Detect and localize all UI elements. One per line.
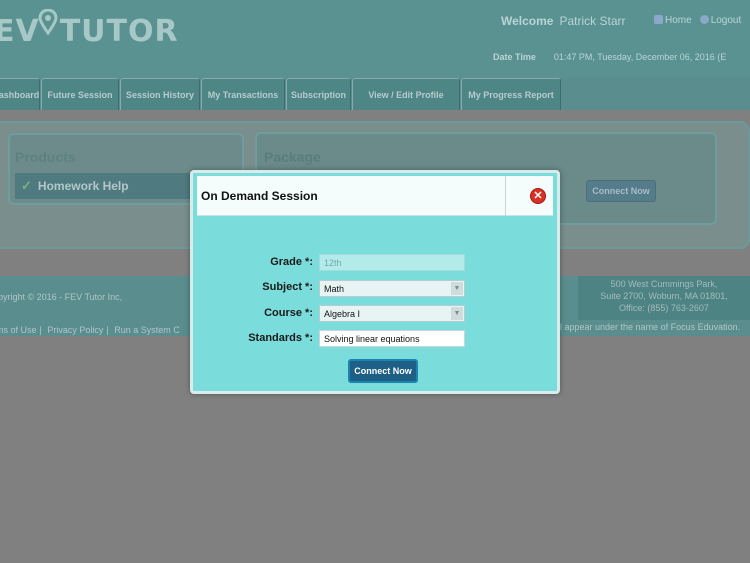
tab-dashboard[interactable]: ashboard	[0, 78, 40, 110]
package-title: Package	[264, 149, 321, 165]
logo-text-right: TUTOR	[59, 14, 179, 49]
grade-field: 12th	[319, 254, 465, 271]
products-title: Products	[15, 149, 76, 165]
dialog-title: On Demand Session	[201, 189, 318, 203]
address-line-3: Office: (855) 763-2607	[619, 303, 709, 313]
nav-bar: ashboard Future Session Session History …	[0, 78, 750, 110]
welcome-greeting: Welcome Patrick Starr	[501, 14, 625, 28]
copyright-text: pyright © 2016 - FEV Tutor Inc,	[0, 292, 123, 302]
header-divider	[505, 176, 506, 216]
home-icon	[654, 15, 663, 24]
logout-link[interactable]: Logout	[699, 15, 741, 26]
standards-value: Solving linear equations	[324, 333, 420, 344]
address-line-2: Suite 2700, Woburn, MA 01801,	[600, 291, 728, 301]
standards-label: Standards *:	[248, 332, 313, 344]
course-value: Algebra I	[324, 308, 361, 319]
standards-field[interactable]: Solving linear equations	[319, 330, 465, 347]
date-time: Date Time 01:47 PM, Tuesday, December 06,…	[493, 52, 726, 62]
terms-link[interactable]: ms of Use	[0, 325, 37, 335]
logo-pin-icon	[38, 9, 58, 35]
home-link[interactable]: Home	[654, 15, 692, 26]
grade-value: 12th	[324, 257, 342, 268]
tab-view-edit-profile[interactable]: View / Edit Profile	[352, 78, 460, 110]
close-icon[interactable]: ✕	[530, 188, 546, 204]
dialog-header: On Demand Session ✕	[197, 176, 553, 216]
address-line-1: 500 West Cummings Park,	[610, 279, 718, 289]
connect-now-button[interactable]: Connect Now	[348, 359, 418, 383]
footer-links: ms of Use | Privacy Policy | Run a System …	[0, 325, 180, 335]
course-label: Course *:	[264, 307, 313, 319]
privacy-policy-link[interactable]: Privacy Policy	[47, 325, 103, 335]
chevron-down-icon: ▼	[451, 282, 463, 295]
welcome-label: Welcome	[501, 14, 554, 28]
fev-tutor-logo: EV TUTOR	[0, 14, 179, 49]
system-check-link[interactable]: Run a System C	[114, 325, 180, 335]
subject-select[interactable]: Math ▼	[319, 280, 465, 297]
date-time-value: 01:47 PM, Tuesday, December 06, 2016 (E	[553, 52, 727, 62]
homework-help-label: Homework Help	[37, 179, 129, 193]
tab-my-progress-report[interactable]: My Progress Report	[461, 78, 561, 110]
company-address: 500 West Cummings Park, Suite 2700, Wobu…	[578, 276, 750, 320]
tab-future-session[interactable]: Future Session	[41, 78, 119, 110]
top-links: Home Logout	[654, 15, 741, 26]
grade-label: Grade *:	[270, 256, 313, 268]
subject-value: Math	[324, 283, 345, 294]
subject-label: Subject *:	[262, 281, 313, 293]
on-demand-session-dialog: On Demand Session ✕ Grade *: 12th Subjec…	[190, 170, 560, 394]
date-time-label: Date Time	[493, 52, 536, 62]
package-connect-button[interactable]: Connect Now	[586, 180, 656, 202]
tab-session-history[interactable]: Session History	[120, 78, 200, 110]
footer-note: ill appear under the name of Focus Eduva…	[556, 322, 741, 332]
logout-icon	[699, 15, 709, 24]
course-select[interactable]: Algebra I ▼	[319, 305, 465, 322]
tab-my-transactions[interactable]: My Transactions	[201, 78, 285, 110]
logo-text-left: EV	[0, 14, 40, 49]
tab-subscription[interactable]: Subscription	[286, 78, 351, 110]
chevron-down-icon: ▼	[451, 307, 463, 320]
checkmark-icon: ✓	[21, 178, 32, 193]
user-name: Patrick Starr	[559, 14, 626, 28]
